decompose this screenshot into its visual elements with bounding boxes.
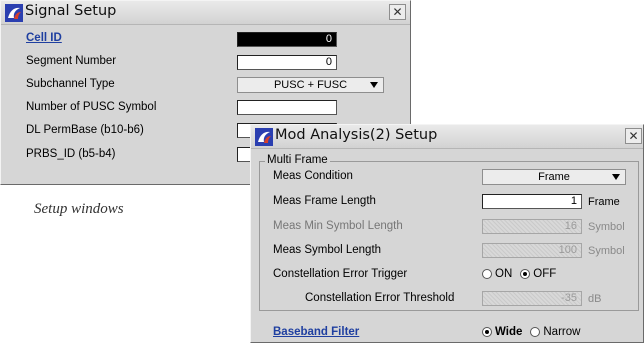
num-pusc-symbol-field[interactable] [237, 100, 337, 115]
meas-condition-dropdown[interactable]: Frame [482, 169, 626, 185]
segment-number-field[interactable]: 0 [237, 55, 337, 70]
meas-frame-length-label: Meas Frame Length [273, 195, 376, 207]
meas-symbol-length-unit: Symbol [588, 245, 625, 257]
close-icon[interactable]: ✕ [625, 128, 642, 144]
constellation-error-trigger-label: Constellation Error Trigger [273, 268, 408, 280]
baseband-filter-link[interactable]: Baseband Filter [273, 326, 359, 338]
radio-selected-icon[interactable] [482, 327, 492, 337]
cell-id-link[interactable]: Cell ID [26, 32, 62, 44]
constellation-error-threshold-unit: dB [588, 293, 602, 305]
meas-min-symbol-length-field: 16 [482, 219, 582, 234]
meas-symbol-length-field: 100 [482, 243, 582, 258]
radio-selected-icon[interactable] [520, 269, 531, 279]
constellation-error-threshold-field: -35 [482, 291, 582, 306]
cell-id-field[interactable]: 0 [237, 32, 337, 47]
filter-wide-label: Wide [495, 326, 523, 338]
radio-off-icon[interactable] [530, 327, 541, 337]
filter-wide-option[interactable]: Wide [482, 326, 522, 338]
close-icon[interactable]: ✕ [389, 4, 406, 20]
trigger-on-label: ON [495, 268, 513, 280]
meas-min-symbol-length-label: Meas Min Symbol Length [273, 220, 403, 232]
baseband-filter-radio-group: Wide Narrow [482, 326, 588, 338]
mod-analysis-window: Mod Analysis(2) Setup ✕ Multi Frame Meas… [250, 124, 644, 343]
filter-narrow-option[interactable]: Narrow [530, 326, 580, 338]
window-title: Signal Setup [25, 3, 117, 19]
trigger-off-option[interactable]: OFF [520, 268, 556, 280]
segment-number-label: Segment Number [26, 55, 117, 67]
trigger-on-option[interactable]: ON [482, 268, 512, 280]
constellation-error-trigger-radio-group: ON OFF [482, 268, 564, 280]
cell-id-value: 0 [325, 33, 332, 45]
window-title: Mod Analysis(2) Setup [275, 127, 438, 143]
prbs-id-label: PRBS_ID (b5-b4) [26, 148, 116, 160]
constellation-error-threshold-label: Constellation Error Threshold [305, 292, 455, 304]
chevron-down-icon [612, 174, 620, 180]
meas-condition-value: Frame [538, 171, 570, 183]
filter-narrow-label: Narrow [543, 326, 581, 338]
subchannel-type-value: PUSC + FUSC [273, 79, 348, 91]
multi-frame-legend: Multi Frame [265, 154, 330, 166]
dl-permbase-label: DL PermBase (b10-b6) [26, 124, 144, 136]
meas-frame-length-unit: Frame [588, 196, 620, 208]
meas-min-symbol-length-unit: Symbol [588, 221, 625, 233]
anritsu-logo-icon [255, 128, 273, 146]
num-pusc-symbol-label: Number of PUSC Symbol [26, 101, 157, 113]
signal-setup-titlebar[interactable]: Signal Setup ✕ [1, 1, 410, 25]
subchannel-type-label: Subchannel Type [26, 78, 115, 90]
meas-frame-length-field[interactable]: 1 [482, 194, 582, 209]
chevron-down-icon [370, 82, 378, 88]
meas-symbol-length-label: Meas Symbol Length [273, 244, 382, 256]
anritsu-logo-icon [5, 4, 23, 22]
trigger-off-label: OFF [533, 268, 557, 280]
mod-analysis-titlebar[interactable]: Mod Analysis(2) Setup ✕ [251, 125, 643, 149]
radio-off-icon[interactable] [482, 269, 492, 279]
meas-condition-label: Meas Condition [273, 170, 353, 182]
subchannel-type-dropdown[interactable]: PUSC + FUSC [237, 77, 384, 93]
caption-text: Setup windows [34, 201, 124, 217]
